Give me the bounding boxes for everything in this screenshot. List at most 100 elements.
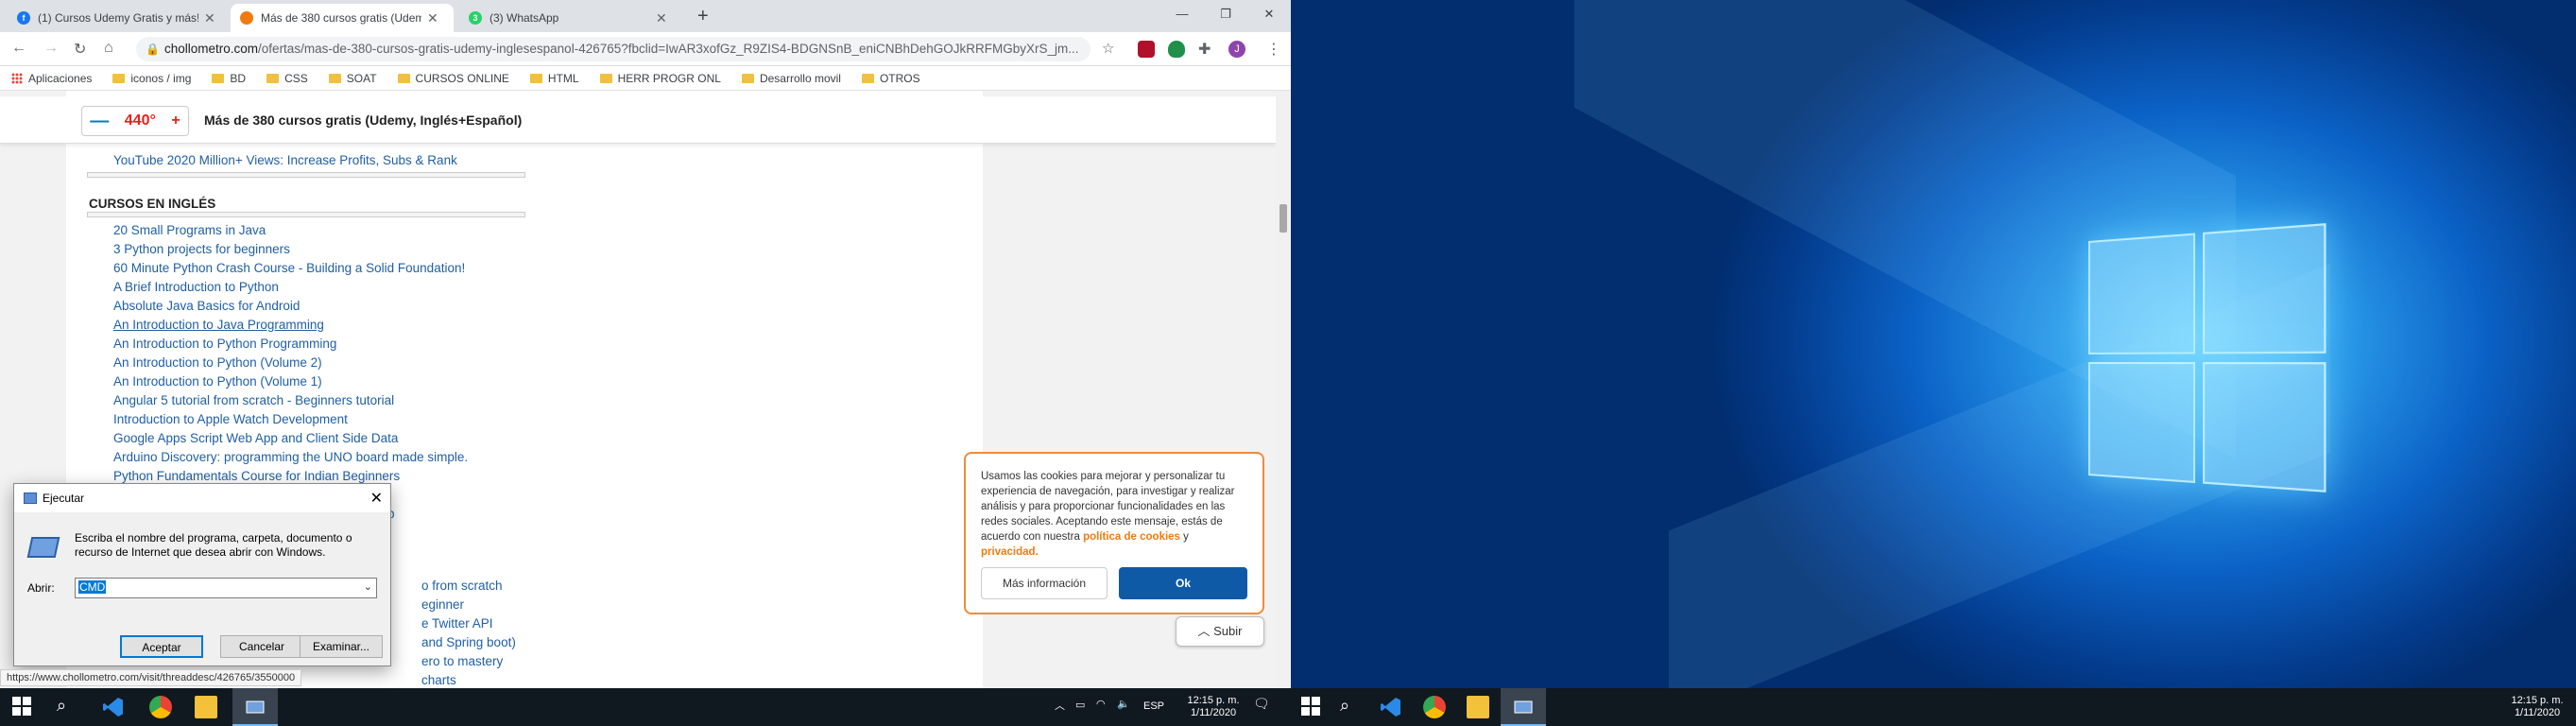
cookie-policy-link[interactable]: política de cookies [1083,531,1180,543]
file-explorer-icon[interactable] [195,696,217,718]
bookmark-folder[interactable]: iconos / img [112,72,191,85]
show-hidden-icons-chevron-icon[interactable]: ︿ [1055,700,1065,713]
course-link[interactable]: An Introduction to Python Programming [113,335,468,354]
tab-label: (1) Cursos Udemy Gratis y más! | [38,11,198,25]
course-list: 20 Small Programs in Java 3 Python proje… [113,221,468,486]
volume-icon[interactable]: 🔈 [1117,699,1130,711]
logo-pane [2203,223,2327,354]
course-link[interactable]: 60 Minute Python Crash Course - Building… [113,259,468,278]
close-icon[interactable]: ✕ [656,10,667,26]
course-link[interactable]: 3 Python projects for beginners [113,240,468,259]
back-button[interactable]: ← [11,40,26,57]
course-link[interactable]: YouTube 2020 Million+ Views: Increase Pr… [113,151,457,170]
file-explorer-icon[interactable] [1467,696,1489,718]
forward-button[interactable]: → [43,40,59,57]
course-link-partial[interactable]: charts [421,671,456,688]
windows-start-icon[interactable] [1300,696,1323,718]
vote-up-button[interactable]: + [171,112,180,130]
accept-button[interactable]: Aceptar [120,635,203,658]
chrome-icon[interactable] [1423,696,1446,718]
new-tab-button[interactable]: + [697,6,709,27]
open-label: Abrir: [27,581,55,595]
course-link[interactable]: Google Apps Script Web App and Client Si… [113,429,468,448]
scrollbar-thumb[interactable] [1279,204,1287,233]
taskbar-right: ⌕ 12:15 p. m. 1/11/2020 [1291,688,2576,726]
clock[interactable]: 12:15 p. m. 1/11/2020 [2504,695,2570,719]
bookmark-star-icon[interactable]: ☆ [1102,40,1114,57]
maximize-button[interactable]: ❐ [1204,0,1247,28]
wifi-icon[interactable]: ◠ [1096,699,1106,711]
tab-udemy-facebook[interactable]: f (1) Cursos Udemy Gratis y más! | ✕ [8,4,227,32]
bookmark-folder[interactable]: HERR PROGR ONL [599,72,721,85]
notification-icon[interactable]: 🗨 [1253,697,1270,710]
bookmark-folder[interactable]: SOAT [328,71,377,85]
language-indicator[interactable]: ESP [1143,700,1164,713]
profile-avatar[interactable]: J [1228,41,1245,58]
cancel-button[interactable]: Cancelar [220,635,303,658]
bookmark-label: iconos / img [130,71,192,85]
clock[interactable]: 12:15 p. m. 1/11/2020 [1176,695,1251,719]
chrome-icon[interactable] [149,696,172,718]
battery-icon[interactable]: ▭ [1075,700,1085,712]
course-link[interactable]: Arduino Discovery: programming the UNO b… [113,448,468,467]
bookmark-folder[interactable]: BD [212,72,246,85]
bookmarks-bar: Aplicaciones iconos / img BD CSS SOAT CU… [0,66,1291,91]
search-icon[interactable]: ⌕ [57,696,79,718]
clock-time: 12:15 p. m. [2511,695,2564,706]
address-bar[interactable]: 🔒 chollometro.com/ofertas/mas-de-380-cur… [136,37,1091,61]
course-link[interactable]: An Introduction to Python (Volume 1) [113,372,468,391]
tab-chollometro[interactable]: Más de 380 cursos gratis (Udem ✕ [231,4,454,32]
page-scrollbar[interactable] [1276,91,1291,688]
course-link[interactable]: 20 Small Programs in Java [113,221,468,240]
run-command-value: CMD [78,580,107,594]
privacy-link[interactable]: privacidad. [981,546,1039,558]
browse-button[interactable]: Examinar... [300,635,383,658]
bookmark-label: SOAT [346,71,377,85]
reload-button[interactable]: ↻ [74,40,86,59]
run-command-input[interactable]: CMD ⌄ [75,578,377,598]
bookmark-folder[interactable]: CURSOS ONLINE [397,72,509,85]
scroll-top-button[interactable]: ︿ Subir [1176,616,1264,647]
chevron-down-icon[interactable]: ⌄ [364,580,372,593]
run-dialog-titlebar: Ejecutar ✕ [14,484,390,512]
course-link[interactable]: An Introduction to Java Programming [113,316,468,335]
bookmark-folder[interactable]: Desarrollo movil [741,72,841,85]
course-link[interactable]: Introduction to Apple Watch Development [113,410,468,429]
minimize-button[interactable]: — [1160,0,1204,28]
shield-extension-icon[interactable] [1168,41,1185,58]
course-link-partial[interactable]: o from scratch [421,577,503,596]
vscode-icon[interactable] [1380,696,1402,718]
course-link[interactable]: An Introduction to Python (Volume 2) [113,354,468,372]
close-icon[interactable]: ✕ [427,10,438,26]
close-icon[interactable]: ✕ [204,10,215,26]
vote-down-button[interactable]: — [90,111,109,132]
course-link-partial[interactable]: and Spring boot) [421,633,516,652]
clock-time: 12:15 p. m. [1187,695,1240,706]
folder-icon [599,73,612,83]
close-icon[interactable]: ✕ [370,489,383,508]
bookmark-folder[interactable]: CSS [266,72,308,85]
run-description: Escriba el nombre del programa, carpeta,… [75,531,352,559]
vscode-icon[interactable] [102,696,125,718]
windows-start-icon[interactable] [11,696,34,718]
close-window-button[interactable]: ✕ [1247,0,1291,28]
cookie-ok-button[interactable]: Ok [1119,567,1247,599]
bookmark-folder[interactable]: HTML [529,72,579,85]
course-link[interactable]: Angular 5 tutorial from scratch - Beginn… [113,391,468,410]
course-link[interactable]: Absolute Java Basics for Android [113,297,468,316]
tab-whatsapp[interactable]: 3 (3) WhatsApp ✕ [459,4,682,32]
home-button[interactable]: ⌂ [104,40,113,57]
bookmark-folder[interactable]: OTROS [861,72,920,85]
flame-icon [240,11,253,25]
course-link-partial[interactable]: e Twitter API [421,614,493,633]
search-icon[interactable]: ⌕ [1340,696,1363,718]
menu-kebab-icon[interactable]: ⋮ [1266,40,1281,59]
course-link-partial[interactable]: eginner [421,596,464,614]
course-link-partial[interactable]: ero to mastery [421,652,503,671]
more-info-button[interactable]: Más información [981,567,1108,599]
extensions-puzzle-icon[interactable]: ✚ [1198,40,1211,59]
bookmark-apps[interactable]: Aplicaciones [11,72,92,85]
acrobat-extension-icon[interactable] [1138,41,1155,58]
course-link[interactable]: A Brief Introduction to Python [113,278,468,297]
separator [87,172,525,178]
